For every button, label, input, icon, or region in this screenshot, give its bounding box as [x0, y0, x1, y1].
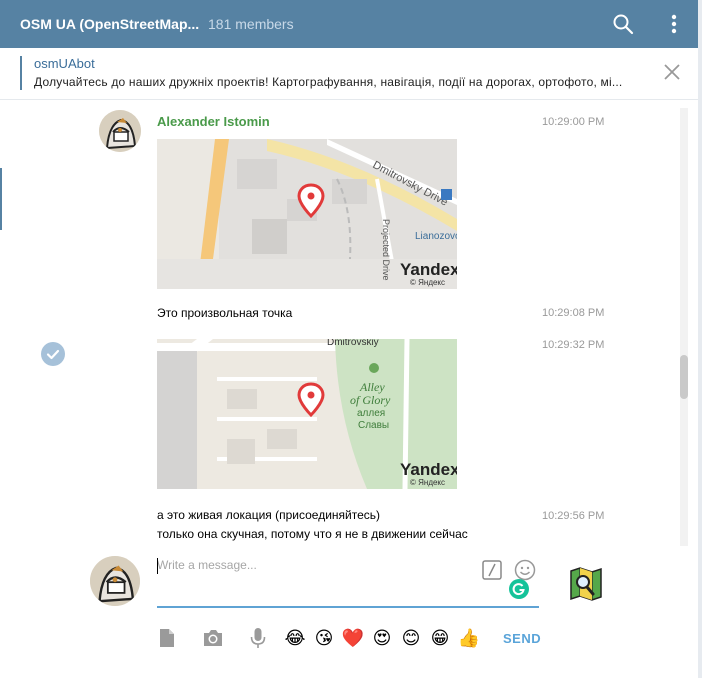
- emoji-smile-icon[interactable]: 😊: [400, 627, 422, 649]
- microphone-icon[interactable]: [247, 627, 269, 649]
- avatar[interactable]: [99, 110, 141, 152]
- map-copyright: © Яндекс: [410, 478, 445, 487]
- thumbs-up-icon[interactable]: 👍: [458, 627, 480, 649]
- map-park-label-ru: аллея: [357, 408, 385, 419]
- map-bot-icon[interactable]: [568, 567, 604, 601]
- scrollbar-track[interactable]: [680, 108, 688, 546]
- map-park-label-ru-2: Славы: [358, 420, 389, 431]
- message-time: 10:29:32 PM: [542, 339, 605, 351]
- text-caret: [157, 558, 158, 574]
- avatar-image: [90, 556, 140, 606]
- live-location-map[interactable]: Dmitrovskiy Alley of Glory аллея Славы Y…: [157, 339, 457, 489]
- message-time: 10:29:08 PM: [542, 307, 605, 319]
- map-street-label: Dmitrovskiy: [327, 339, 379, 348]
- document-icon[interactable]: [156, 627, 178, 649]
- map-copyright: © Яндекс: [410, 278, 445, 287]
- pinned-accent-bar: [20, 56, 22, 90]
- members-count[interactable]: 181 members: [208, 16, 294, 32]
- pinned-text: Долучайтесь до наших дружніх проектів! К…: [34, 75, 623, 89]
- chat-title[interactable]: OSM UA (OpenStreetMap...: [20, 16, 199, 32]
- emoji-heart-eyes-icon[interactable]: 😍: [371, 627, 393, 649]
- message-sender[interactable]: Alexander Istomin: [157, 114, 270, 129]
- message-time: 10:29:56 PM: [542, 510, 605, 522]
- yandex-logo: Yandex: [400, 460, 457, 479]
- more-vertical-icon[interactable]: [664, 13, 684, 35]
- message-text: Это произвольная точка: [157, 306, 293, 320]
- message-text: а это живая локация (присоединяйтесь): [157, 508, 381, 522]
- message-input-placeholder: Write a message...: [157, 558, 257, 572]
- emoji-kiss-icon[interactable]: 😘: [313, 627, 335, 649]
- map-place-label: Lianozovo: [415, 231, 457, 242]
- map-image: Dmitrovskiy Alley of Glory аллея Славы Y…: [157, 339, 457, 489]
- message-time: 10:29:00 PM: [542, 116, 605, 128]
- bot-command-icon[interactable]: [482, 560, 502, 580]
- pinned-message[interactable]: osmUAbot Долучайтесь до наших дружніх пр…: [0, 48, 698, 100]
- emoji-grin-icon[interactable]: 😁: [429, 627, 451, 649]
- chat-header: OSM UA (OpenStreetMap... 181 members: [0, 0, 698, 48]
- map-park-label-2: of Glory: [350, 393, 391, 407]
- telegram-window: OSM UA (OpenStreetMap... 181 members osm…: [0, 0, 698, 678]
- pinned-sender: osmUAbot: [34, 56, 95, 71]
- my-avatar[interactable]: [90, 556, 140, 606]
- emoji-laughing-icon[interactable]: 😂: [284, 627, 306, 649]
- map-road-label: Projected Drive: [381, 219, 391, 281]
- heart-icon[interactable]: ❤️: [342, 627, 364, 649]
- map-park-label: Alley: [359, 380, 385, 394]
- message-text-line-2: только она скучная, потому что я не в дв…: [157, 527, 468, 541]
- emoji-picker-icon[interactable]: [514, 559, 536, 581]
- search-icon[interactable]: [612, 13, 634, 35]
- yandex-logo: Yandex: [400, 260, 457, 279]
- sidebar-accent: [0, 168, 2, 230]
- location-map[interactable]: Dmitrovsky Drive Lianozovo Projected Dri…: [157, 139, 457, 289]
- grammarly-icon[interactable]: [509, 579, 529, 599]
- scrollbar-thumb[interactable]: [680, 355, 688, 399]
- read-check-icon: [41, 342, 65, 366]
- camera-icon[interactable]: [202, 627, 224, 649]
- send-button[interactable]: SEND: [503, 631, 541, 646]
- close-icon[interactable]: [662, 62, 682, 82]
- avatar-image: [99, 110, 141, 152]
- map-image: Dmitrovsky Drive Lianozovo Projected Dri…: [157, 139, 457, 289]
